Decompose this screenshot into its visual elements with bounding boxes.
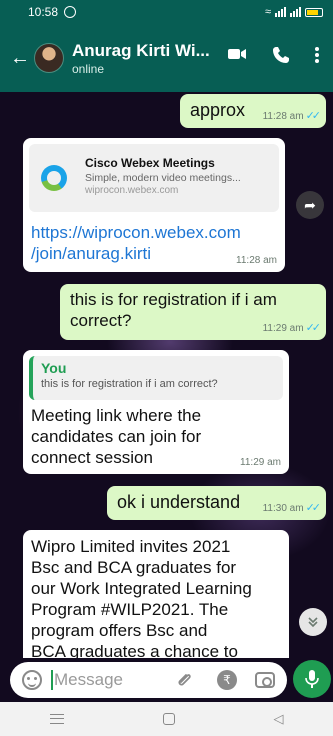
message-time: 11:30 am xyxy=(262,503,304,514)
message-text-cont: candidates can join for xyxy=(31,427,202,446)
status-time: 10:58 xyxy=(28,5,59,19)
phone-icon[interactable] xyxy=(272,46,290,64)
message-text: approx xyxy=(190,100,246,120)
read-ticks-icon: ✓✓ xyxy=(305,502,322,514)
preview-domain: wiprocon.webex.com xyxy=(85,185,179,196)
incoming-message[interactable]: You this is for registration if i am cor… xyxy=(23,350,289,474)
contact-status: online xyxy=(72,61,105,76)
message-text: Wipro Limited invites 2021 xyxy=(31,537,231,556)
paperclip-icon[interactable] xyxy=(175,670,195,690)
message-text-cont: Bsc and BCA graduates for xyxy=(31,558,237,577)
message-meta: 11:28 am xyxy=(236,255,277,266)
message-text: this is for registration if i am xyxy=(70,290,277,309)
status-icons: ≈ xyxy=(265,6,323,18)
camera-icon[interactable] xyxy=(255,672,275,688)
contact-name: Anurag Kirti Wi... xyxy=(72,40,210,60)
incoming-message[interactable]: Wipro Limited invites 2021 Bsc and BCA g… xyxy=(23,530,289,658)
home-icon[interactable] xyxy=(162,713,175,725)
message-text: ok i understand xyxy=(117,492,241,512)
message-time: 11:28 am xyxy=(236,255,277,266)
battery-icon xyxy=(305,7,323,17)
message-meta: 11:28 am ✓✓ xyxy=(262,109,322,122)
message-time: 11:29 am xyxy=(240,457,281,468)
incoming-message[interactable]: Cisco Webex Meetings Simple, modern vide… xyxy=(23,138,285,272)
more-vert-icon[interactable] xyxy=(314,46,320,64)
recent-apps-icon[interactable] xyxy=(49,714,64,724)
message-meta: 11:30 am ✓✓ xyxy=(262,501,322,514)
chat-area[interactable]: approx 11:28 am ✓✓ Cisco Webex Meetings S… xyxy=(0,92,333,658)
message-link-cont[interactable]: /join/anurag.kirti xyxy=(31,243,241,264)
message-time: 11:28 am xyxy=(262,111,304,122)
contact-info[interactable]: Anurag Kirti Wi... online xyxy=(72,41,212,76)
message-input[interactable] xyxy=(54,668,154,692)
quoted-message[interactable]: You this is for registration if i am cor… xyxy=(29,356,283,400)
text-cursor xyxy=(51,670,53,690)
webex-logo-icon xyxy=(41,165,67,191)
message-field-container[interactable]: ₹ xyxy=(10,662,287,698)
message-time: 11:29 am xyxy=(262,323,304,334)
signal-icon-2 xyxy=(290,7,301,17)
read-ticks-icon: ✓✓ xyxy=(305,110,322,122)
status-bar: 10:58 ≈ xyxy=(0,0,333,24)
preview-description: Simple, modern video meetings... xyxy=(85,172,241,184)
message-text: Meeting link where the xyxy=(31,406,202,425)
signal-icon xyxy=(275,7,286,17)
outgoing-message[interactable]: this is for registration if i am correct… xyxy=(60,284,326,340)
composer: ₹ xyxy=(0,658,333,702)
system-nav-bar: ◁ xyxy=(0,702,333,736)
rupee-icon[interactable]: ₹ xyxy=(217,670,237,690)
message-text-cont: our Work Integrated Learning xyxy=(31,579,252,598)
arrow-left-icon[interactable]: ← xyxy=(10,48,32,68)
outgoing-message[interactable]: approx 11:28 am ✓✓ xyxy=(180,94,326,128)
mic-icon xyxy=(305,670,319,688)
double-chevron-down-icon xyxy=(308,617,318,628)
message-text-cont: BCA graduates a chance to xyxy=(31,642,238,658)
forward-icon[interactable]: ➦ xyxy=(296,191,324,219)
preview-title: Cisco Webex Meetings xyxy=(85,156,215,170)
back-triangle-icon[interactable]: ◁ xyxy=(274,711,284,727)
video-call-icon[interactable] xyxy=(227,46,247,62)
message-text-cont: correct? xyxy=(70,311,132,330)
wifi-icon: ≈ xyxy=(264,6,271,18)
scroll-down-button[interactable] xyxy=(299,608,327,636)
read-ticks-icon: ✓✓ xyxy=(305,322,322,334)
avatar[interactable] xyxy=(34,43,64,73)
message-text-cont: connect session xyxy=(31,448,153,467)
whatsapp-notification-icon xyxy=(64,6,77,18)
mic-button[interactable] xyxy=(293,660,331,698)
message-text-cont: program offers Bsc and xyxy=(31,621,208,640)
message-meta: 11:29 am ✓✓ xyxy=(262,321,322,334)
outgoing-message[interactable]: ok i understand 11:30 am ✓✓ xyxy=(107,486,326,520)
emoji-icon[interactable] xyxy=(22,670,42,690)
message-meta: 11:29 am xyxy=(240,457,281,468)
quote-text: this is for registration if i am correct… xyxy=(41,378,218,390)
chat-header: ← Anurag Kirti Wi... online xyxy=(0,24,333,92)
message-link[interactable]: https://wiprocon.webex.com xyxy=(31,222,241,243)
message-text-cont: Program #WILP2021. The xyxy=(31,600,229,619)
link-preview[interactable]: Cisco Webex Meetings Simple, modern vide… xyxy=(29,144,279,212)
quote-author: You xyxy=(41,360,67,376)
